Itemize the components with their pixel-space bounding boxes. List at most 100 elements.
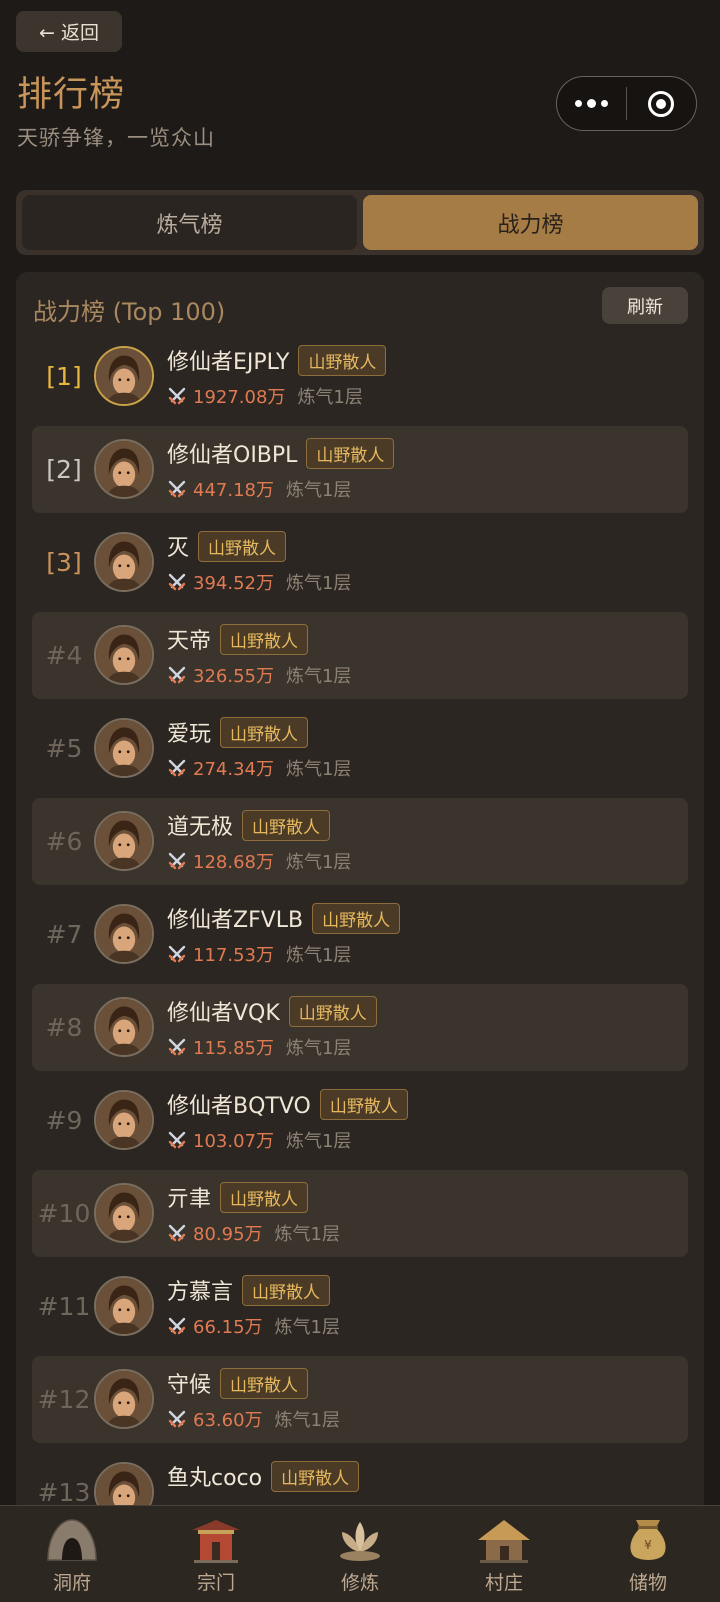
title-badge: 山野散人: [220, 1367, 309, 1399]
cultivation-realm: 炼气1层: [285, 852, 352, 873]
mini-program-capsule: [556, 76, 697, 131]
name-line: 道无极 山野散人: [167, 808, 331, 842]
name-line: 亓聿 山野散人: [167, 1180, 309, 1214]
player-name: 守候: [167, 1373, 212, 1398]
combat-power: 66.15万: [193, 1317, 263, 1338]
player-name: 亓聿: [167, 1187, 212, 1212]
combat-power: 117.53万: [193, 945, 274, 966]
rank-row[interactable]: #4 天帝 山野散人 326.55万 炼气1层: [32, 612, 688, 699]
name-line: 修仙者EJPLY 山野散人: [167, 343, 387, 377]
title-badge: 山野散人: [220, 1181, 309, 1213]
stat-line: 274.34万 炼气1层: [167, 755, 351, 781]
crossed-swords-icon: [167, 386, 187, 406]
title-badge: 山野散人: [312, 902, 401, 934]
stat-line: 447.18万 炼气1层: [167, 476, 351, 502]
rank-row[interactable]: [3] 灭山野散人 394.52万 炼气1层: [32, 519, 688, 606]
tab-qi-refining[interactable]: 炼气榜: [22, 195, 357, 250]
rank-row[interactable]: #9 修仙者BQTVO 山野散人 103.07万 炼气1层: [32, 1077, 688, 1164]
player-name: 修仙者EJPLY: [167, 350, 290, 375]
ranking-panel: 战力榜 (Top 100) 刷新 [1] 修仙者EJPLY 山野散人 1927.08万…: [16, 272, 704, 1522]
name-line: 修仙者OIBPL 山野散人: [167, 436, 395, 470]
cultivation-realm: 炼气1层: [285, 1038, 352, 1059]
ranking-tabs: 炼气榜 战力榜: [16, 190, 704, 255]
stat-line: 394.52万 炼气1层: [167, 569, 351, 595]
rank-row[interactable]: #10 亓聿 山野散人 80.95万 炼气1层: [32, 1170, 688, 1257]
crossed-swords-icon: [167, 1223, 187, 1243]
nav-item-sect-gate[interactable]: 宗门: [144, 1506, 288, 1602]
stat-line: 1927.08万 炼气1层: [167, 383, 363, 409]
nav-item-storage-bag[interactable]: 储物: [576, 1506, 720, 1602]
more-dots-icon[interactable]: [557, 77, 626, 130]
title-badge: 山野散人: [298, 344, 387, 376]
tab-combat-power[interactable]: 战力榜: [363, 195, 698, 250]
combat-power: 447.18万: [193, 480, 274, 501]
title-badge: 山野散人: [306, 437, 395, 469]
nav-label: 村庄: [484, 1572, 523, 1594]
rank-row[interactable]: [1] 修仙者EJPLY 山野散人 1927.08万 炼气1层: [32, 333, 688, 420]
storage-bag-icon: [620, 1514, 676, 1564]
nav-item-cave[interactable]: 洞府: [0, 1506, 144, 1602]
crossed-swords-icon: [167, 572, 187, 592]
rank-row[interactable]: #6 道无极 山野散人 128.68万 炼气1层: [32, 798, 688, 885]
title-badge: 山野散人: [220, 623, 309, 655]
rank-row[interactable]: #7 修仙者ZFVLB 山野散人 117.53万 炼气1层: [32, 891, 688, 978]
back-button[interactable]: ← 返回: [16, 11, 122, 52]
nav-item-village-hut[interactable]: 村庄: [432, 1506, 576, 1602]
cave-icon: [44, 1514, 100, 1564]
avatar: [94, 1276, 154, 1336]
target-circle-icon[interactable]: [627, 77, 696, 130]
title-badge: 山野散人: [271, 1460, 360, 1492]
cultivation-realm: 炼气1层: [285, 759, 352, 780]
title-badge: 山野散人: [319, 1088, 408, 1120]
name-line: 爱玩 山野散人: [167, 715, 309, 749]
rank-row[interactable]: #12 守候 山野散人 63.60万 炼气1层: [32, 1356, 688, 1443]
rank-row[interactable]: [2] 修仙者OIBPL 山野散人 447.18万 炼气1层: [32, 426, 688, 513]
refresh-button[interactable]: 刷新: [602, 287, 688, 324]
avatar: [94, 904, 154, 964]
lotus-icon: [332, 1514, 388, 1564]
stat-line: 63.60万 炼气1层: [167, 1406, 340, 1432]
nav-item-lotus[interactable]: 修炼: [288, 1506, 432, 1602]
player-name: 修仙者ZFVLB: [167, 908, 304, 933]
avatar: [94, 625, 154, 685]
sect-gate-icon: [188, 1514, 244, 1564]
combat-power: 103.07万: [193, 1131, 274, 1152]
village-hut-icon: [476, 1514, 532, 1564]
avatar: [94, 811, 154, 871]
crossed-swords-icon: [167, 758, 187, 778]
rank-row[interactable]: #8 修仙者VQK 山野散人 115.85万 炼气1层: [32, 984, 688, 1071]
stat-line: 103.07万 炼气1层: [167, 1127, 351, 1153]
combat-power: 274.34万: [193, 759, 274, 780]
title-badge: 山野散人: [242, 809, 331, 841]
name-line: 修仙者BQTVO 山野散人: [167, 1087, 408, 1121]
player-name: 修仙者VQK: [167, 1001, 280, 1026]
rank-number: [1]: [46, 362, 82, 391]
nav-label: 修炼: [340, 1572, 379, 1594]
avatar: [94, 532, 154, 592]
player-name: 方慕言: [167, 1280, 234, 1305]
rank-number: #9: [45, 1106, 83, 1135]
player-name: 鱼丸coco: [167, 1466, 263, 1491]
page-title: 排行榜: [17, 75, 126, 115]
player-name: 修仙者BQTVO: [167, 1094, 311, 1119]
player-name: 修仙者OIBPL: [167, 443, 298, 468]
nav-label: 洞府: [52, 1572, 91, 1594]
name-line: 鱼丸coco 山野散人: [167, 1459, 360, 1493]
name-line: 方慕言 山野散人: [167, 1273, 331, 1307]
nav-label: 储物: [628, 1572, 667, 1594]
player-name: 爱玩: [167, 722, 212, 747]
panel-title: 战力榜 (Top 100): [33, 298, 226, 326]
stat-line: 117.53万 炼气1层: [167, 941, 351, 967]
rank-row[interactable]: #5 爱玩 山野散人 274.34万 炼气1层: [32, 705, 688, 792]
crossed-swords-icon: [167, 479, 187, 499]
rank-number: [3]: [46, 548, 82, 577]
rank-row[interactable]: #11 方慕言 山野散人 66.15万 炼气1层: [32, 1263, 688, 1350]
combat-power: 115.85万: [193, 1038, 274, 1059]
combat-power: 1927.08万: [193, 387, 286, 408]
combat-power: 128.68万: [193, 852, 274, 873]
player-name: 灭: [167, 536, 190, 561]
player-name: 天帝: [167, 629, 212, 654]
avatar: [94, 1090, 154, 1150]
title-badge: 山野散人: [198, 530, 287, 562]
name-line: 天帝 山野散人: [167, 622, 309, 656]
